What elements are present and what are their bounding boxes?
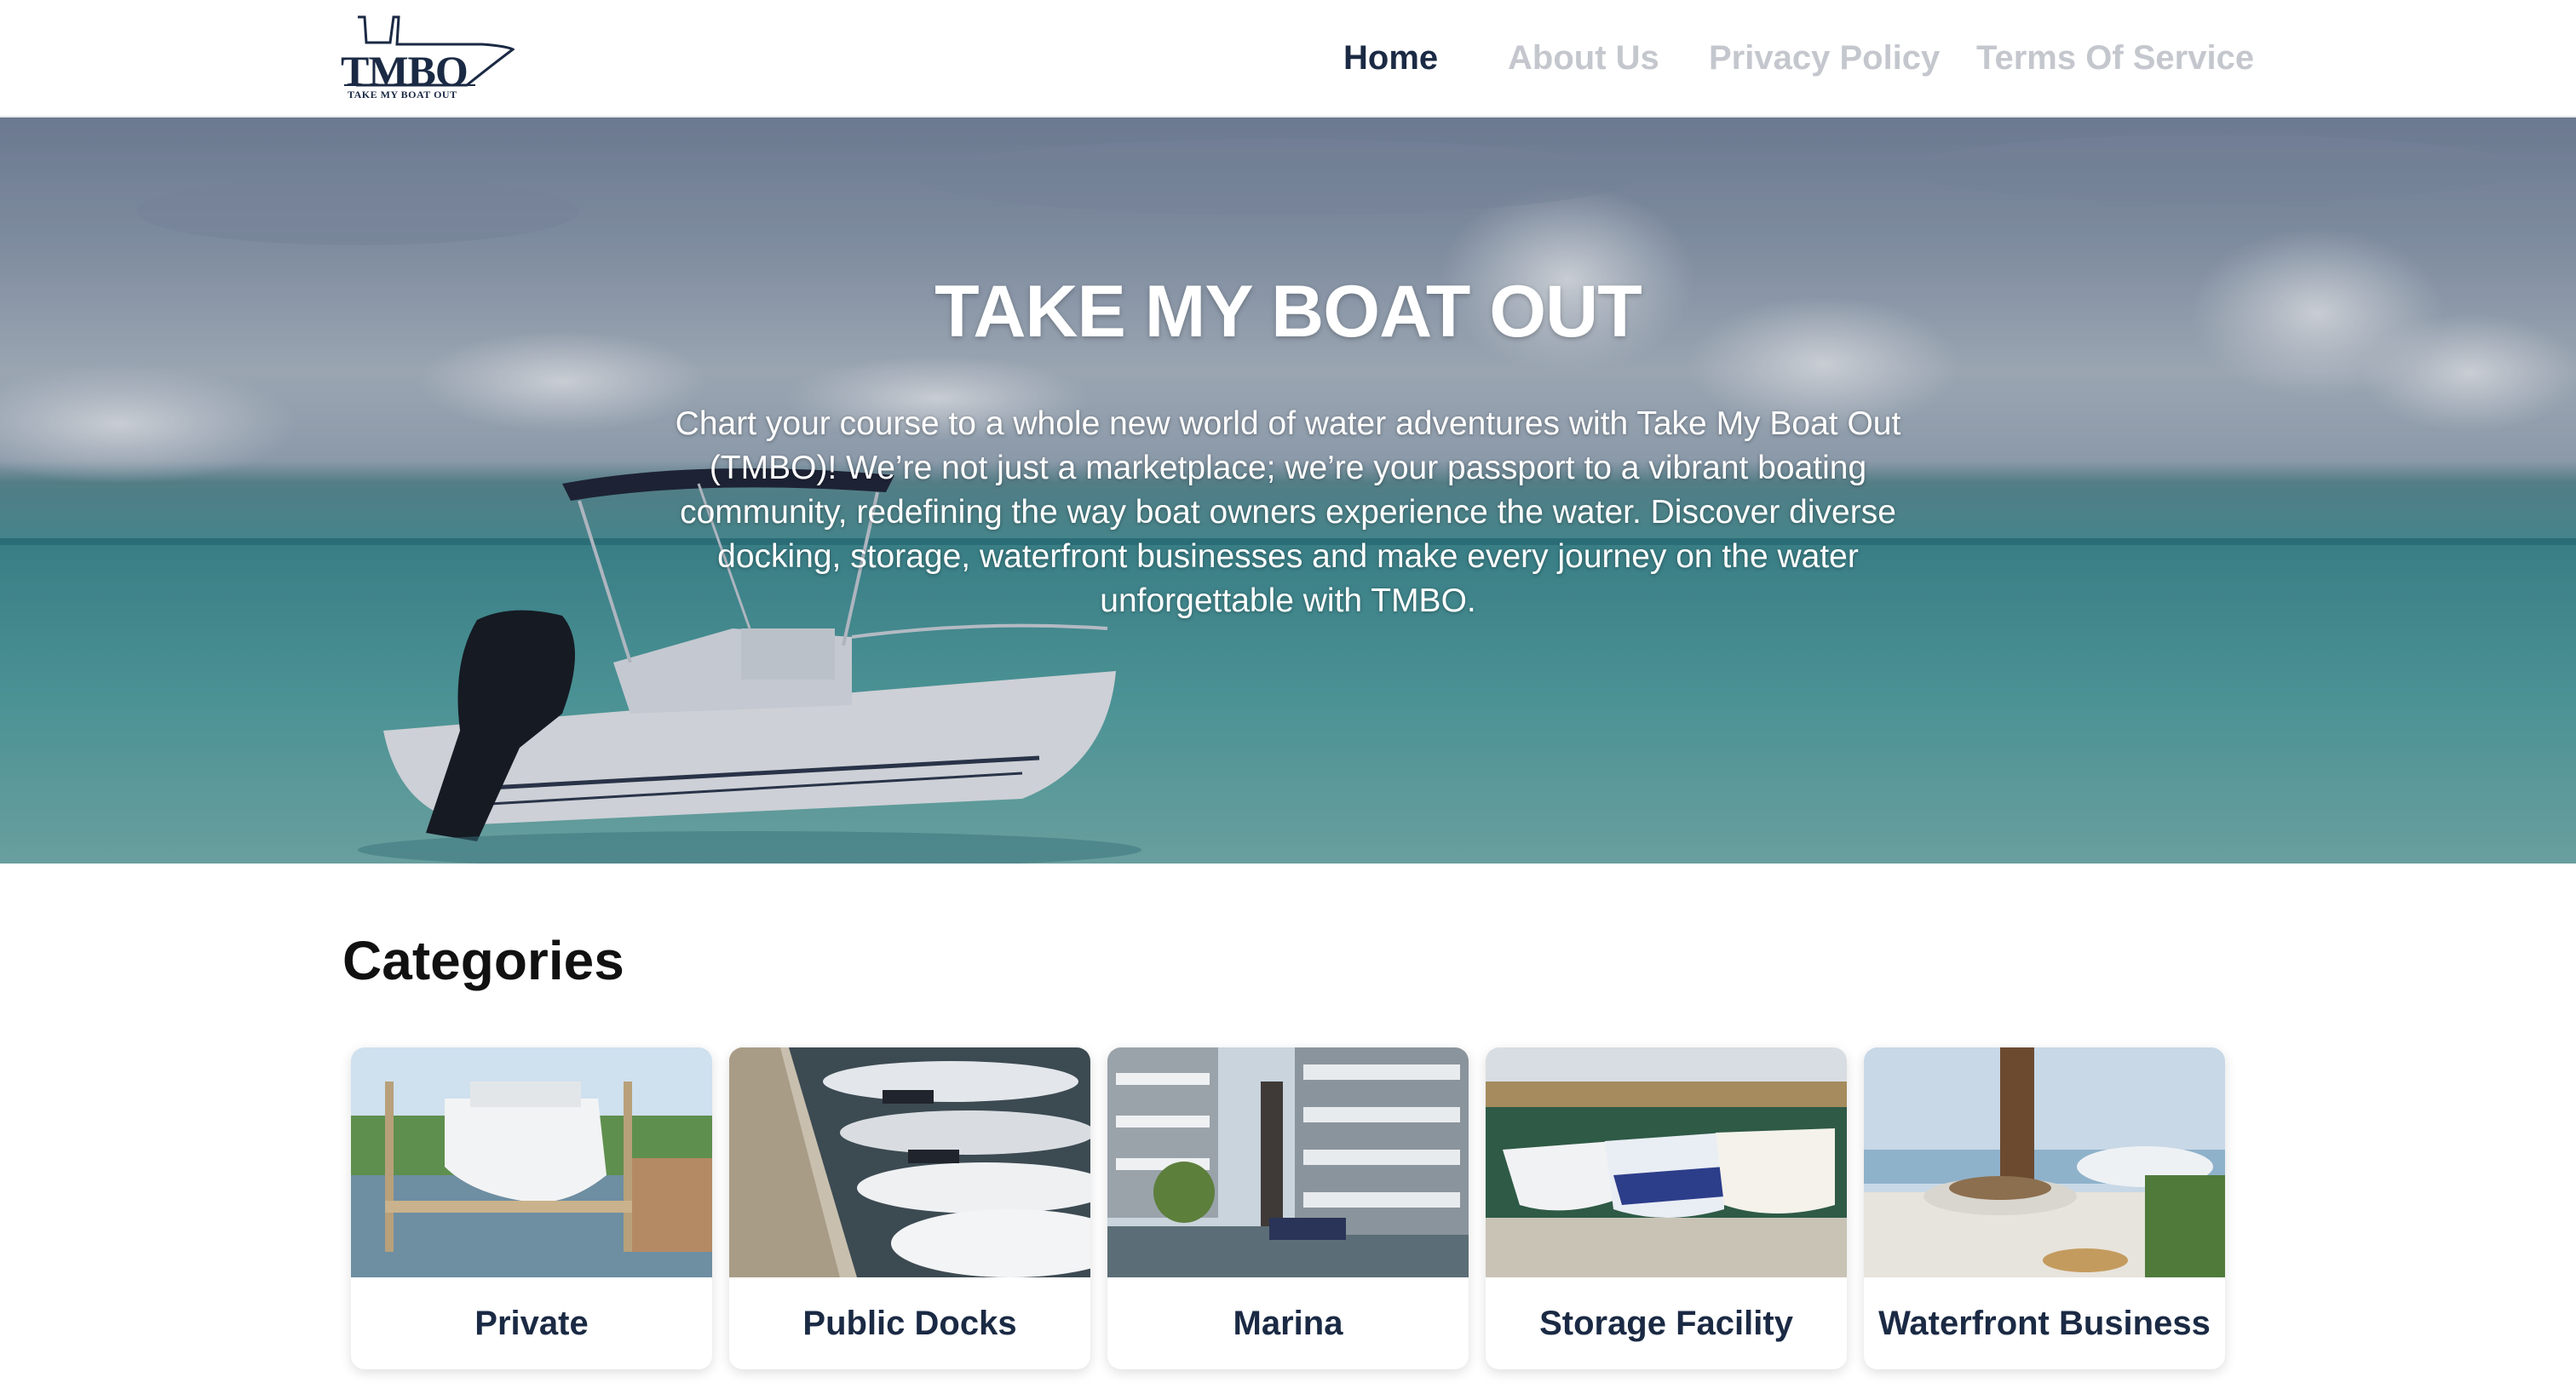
hero-title: TAKE MY BOAT OUT [934,271,1642,353]
category-image-private [351,1047,712,1277]
hero-description: Chart your course to a whole new world o… [675,405,1901,619]
hero-banner: TAKE MY BOAT OUT Chart your course to a … [0,118,2576,864]
category-image-waterfront-business [1864,1047,2225,1277]
category-card-public-docks[interactable]: Public Docks [729,1047,1090,1369]
category-label-private: Private [474,1305,589,1342]
nav-privacy-policy[interactable]: Privacy Policy [1709,36,1940,80]
category-image-storage-facility [1486,1047,1847,1277]
nav-about-us[interactable]: About Us [1508,36,1659,80]
category-card-marina[interactable]: Marina [1107,1047,1469,1369]
categories-list: Private Public Docks Marina Storage Faci… [351,1047,2225,1371]
main-nav: Home About Us Privacy Policy Terms Of Se… [0,0,2576,118]
category-card-storage-facility[interactable]: Storage Facility [1486,1047,1847,1369]
nav-terms-of-service[interactable]: Terms Of Service [1976,36,2254,80]
category-image-public-docks [729,1047,1090,1277]
category-label-waterfront-business: Waterfront Business [1878,1305,2211,1342]
category-label-marina: Marina [1233,1305,1343,1342]
category-image-marina [1107,1047,1469,1277]
category-card-waterfront-business[interactable]: Waterfront Business [1864,1047,2225,1369]
category-label-storage-facility: Storage Facility [1539,1305,1793,1342]
category-label-public-docks: Public Docks [802,1305,1017,1342]
category-card-private[interactable]: Private [351,1047,712,1369]
site-header: TMBO TAKE MY BOAT OUT Home About Us Priv… [0,0,2576,118]
nav-home[interactable]: Home [1343,36,1438,80]
categories-heading: Categories [342,930,624,991]
